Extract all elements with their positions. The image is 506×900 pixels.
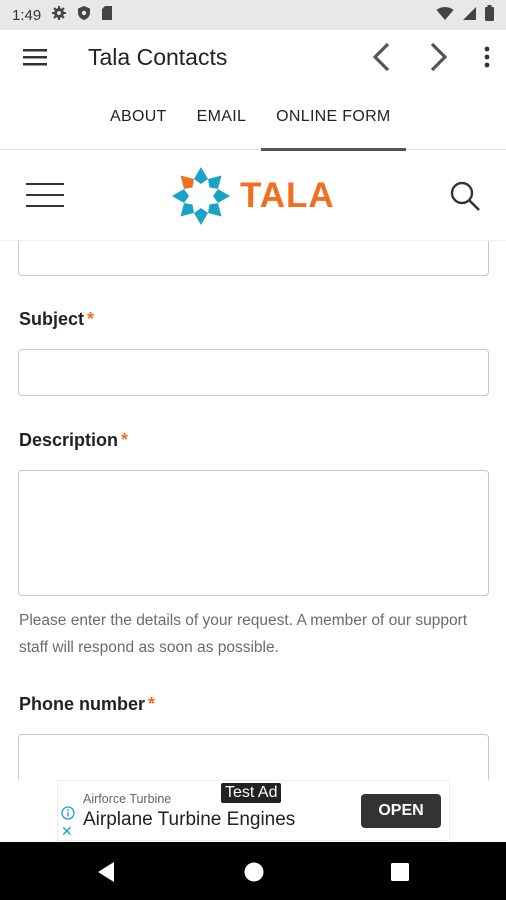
app-title: Tala Contacts bbox=[88, 43, 228, 70]
site-header: TALA bbox=[0, 151, 506, 241]
recents-square-icon bbox=[391, 863, 409, 881]
test-ad-badge: Test Ad bbox=[221, 783, 282, 803]
system-nav-bar bbox=[0, 842, 506, 900]
ad-advertiser: Airforce Turbine bbox=[83, 792, 172, 806]
tab-about[interactable]: ABOUT bbox=[95, 84, 182, 150]
previous-field-input[interactable] bbox=[18, 241, 489, 276]
cell-signal-icon bbox=[462, 6, 477, 25]
description-label: Description * bbox=[19, 430, 129, 450]
forward-button[interactable] bbox=[410, 30, 468, 84]
tala-logo[interactable]: TALA bbox=[170, 163, 335, 229]
description-help-text: Please enter the details of your request… bbox=[19, 612, 468, 656]
system-recents-button[interactable] bbox=[386, 858, 414, 886]
more-vert-icon bbox=[484, 46, 490, 68]
app-bar: Tala Contacts bbox=[0, 30, 506, 84]
sd-card-icon bbox=[101, 5, 113, 25]
status-bar: 1:49 bbox=[0, 0, 506, 30]
system-back-button[interactable] bbox=[92, 858, 120, 886]
site-search-button[interactable] bbox=[448, 179, 482, 213]
subject-input[interactable] bbox=[18, 349, 489, 396]
menu-button[interactable] bbox=[0, 30, 70, 84]
tab-email[interactable]: EMAIL bbox=[182, 84, 262, 150]
chevron-left-icon bbox=[372, 42, 390, 72]
logo-text: TALA bbox=[240, 176, 335, 215]
site-menu-button[interactable] bbox=[26, 183, 66, 209]
phone-label: Phone number * bbox=[19, 694, 156, 714]
system-home-button[interactable] bbox=[240, 858, 268, 886]
contact-form: Subject * Description * Please enter the d… bbox=[0, 241, 506, 780]
shield-icon bbox=[77, 5, 91, 25]
more-options-button[interactable] bbox=[468, 30, 506, 84]
phone-input[interactable] bbox=[18, 734, 489, 780]
search-icon bbox=[450, 181, 480, 211]
subject-label: Subject * bbox=[19, 309, 95, 329]
back-triangle-icon bbox=[98, 862, 114, 882]
tala-star-icon bbox=[172, 167, 230, 225]
wifi-icon bbox=[436, 6, 454, 25]
ad-banner[interactable]: Test Ad Airforce Turbine Airplane Turbin… bbox=[57, 780, 450, 841]
tab-online-form[interactable]: ONLINE FORM bbox=[261, 84, 406, 151]
description-textarea[interactable] bbox=[18, 470, 489, 596]
home-circle-icon bbox=[244, 862, 264, 882]
hamburger-menu-icon bbox=[23, 49, 47, 66]
status-time: 1:49 bbox=[12, 6, 42, 24]
back-button[interactable] bbox=[352, 30, 410, 84]
ad-close-icon[interactable]: ✕ bbox=[61, 823, 73, 840]
battery-icon bbox=[485, 5, 494, 25]
chevron-right-icon bbox=[430, 42, 448, 72]
settings-icon bbox=[51, 5, 67, 25]
tab-bar: ABOUT EMAIL ONLINE FORM bbox=[0, 84, 506, 151]
ad-headline: Airplane Turbine Engines bbox=[83, 809, 296, 830]
ad-open-button[interactable]: OPEN bbox=[361, 794, 441, 828]
